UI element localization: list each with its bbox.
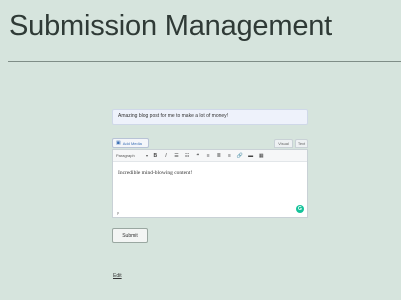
format-select[interactable]: Paragraph ▾ (116, 153, 150, 158)
editor-content[interactable]: Incredible mind-blowing content! (113, 162, 307, 176)
content-editor[interactable]: Paragraph ▾ B I ☰ ☷ ❝ ≡ ≣ ≡ 🔗 ▬ ▦ Incredible mind-… (112, 149, 308, 218)
editor-toolbar: Paragraph ▾ B I ☰ ☷ ❝ ≡ ≣ ≡ 🔗 ▬ ▦ (113, 150, 307, 162)
media-icon: ▣ (116, 140, 121, 146)
italic-button[interactable]: I (161, 151, 172, 161)
submit-button[interactable]: Submit (112, 228, 148, 243)
align-right-button[interactable]: ≡ (224, 151, 235, 161)
bold-button[interactable]: B (150, 151, 161, 161)
insert-link-button[interactable]: 🔗 (235, 151, 246, 161)
add-media-button[interactable]: ▣ Add Media (112, 138, 149, 148)
tab-text[interactable]: Text (295, 139, 308, 148)
bulleted-list-button[interactable]: ☰ (171, 151, 182, 161)
align-center-button[interactable]: ≣ (214, 151, 225, 161)
post-title-input[interactable]: Amazing blog post for me to make a lot o… (112, 109, 308, 125)
page-title: Submission Management (9, 10, 333, 42)
edit-link[interactable]: Edit (113, 273, 122, 279)
chevron-down-icon: ▾ (145, 153, 148, 158)
tab-visual[interactable]: Visual (274, 139, 293, 148)
read-more-button[interactable]: ▬ (245, 151, 256, 161)
toolbar-toggle-button[interactable]: ▦ (256, 151, 267, 161)
format-select-value: Paragraph (116, 153, 135, 158)
blockquote-button[interactable]: ❝ (192, 151, 203, 161)
numbered-list-button[interactable]: ☷ (182, 151, 193, 161)
align-left-button[interactable]: ≡ (203, 151, 214, 161)
title-divider (8, 61, 401, 62)
grammarly-icon[interactable]: G (296, 205, 304, 213)
editor-path: p (117, 210, 120, 215)
add-media-label: Add Media (122, 140, 142, 146)
